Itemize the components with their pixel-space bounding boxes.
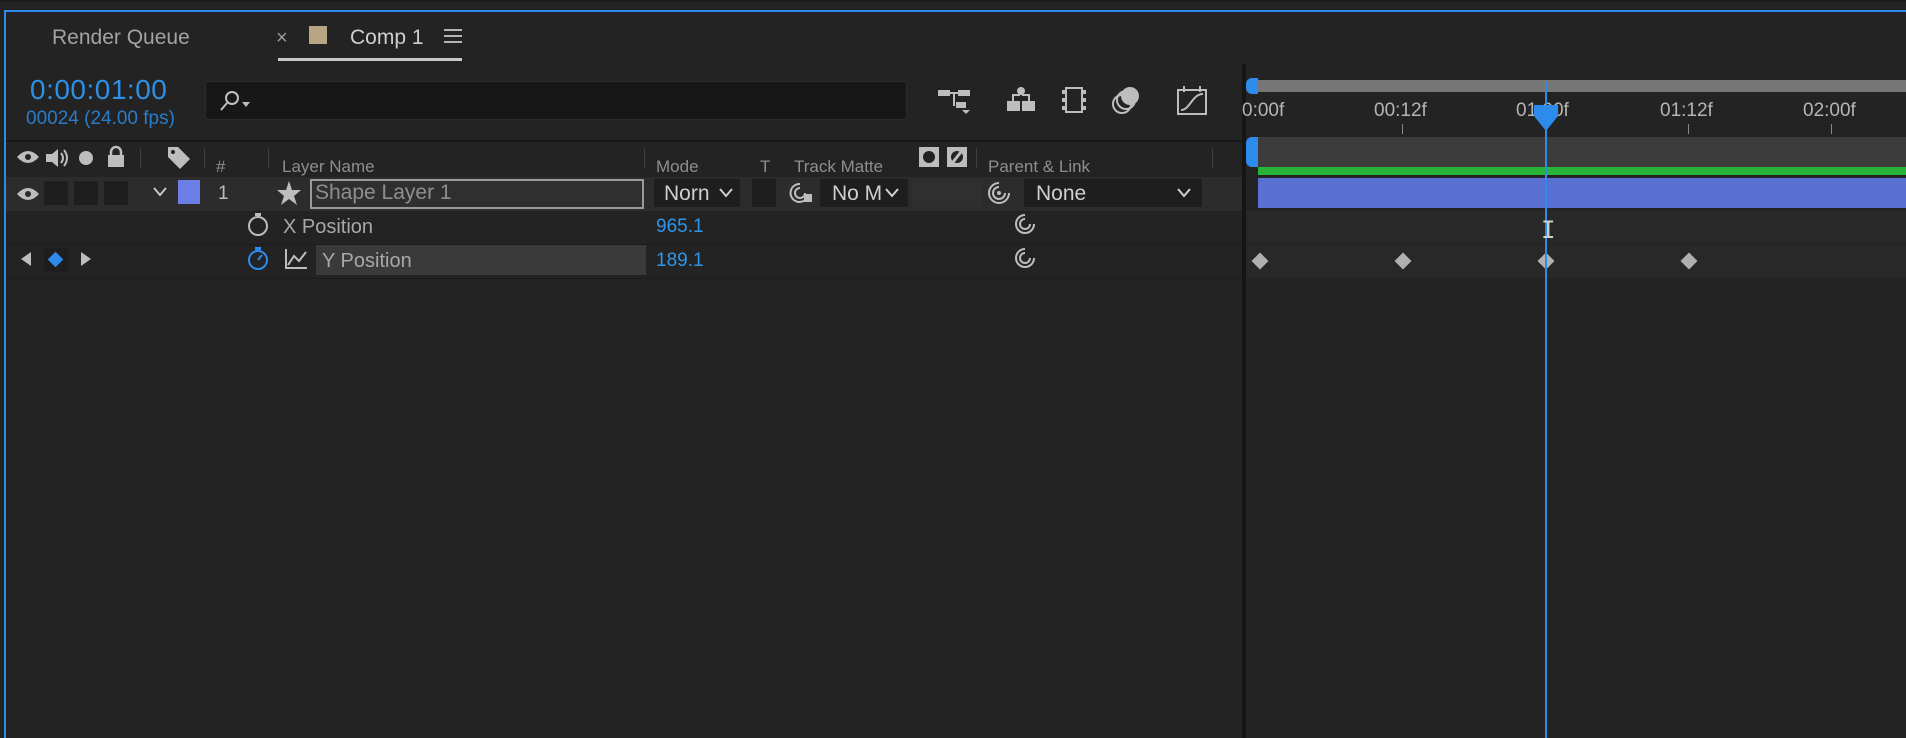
stopwatch-active-icon[interactable] — [246, 246, 270, 272]
property-pickwhip-icon[interactable] — [1012, 212, 1038, 236]
frame-count-display: 00024 (24.00 fps) — [26, 108, 175, 129]
next-keyframe-icon[interactable] — [80, 251, 92, 267]
graph-include-icon[interactable] — [284, 248, 308, 270]
video-visibility-icon[interactable] — [16, 149, 40, 165]
graph-editor-icon[interactable] — [1176, 84, 1208, 116]
column-track-matte[interactable]: Track Matte — [794, 157, 883, 177]
hamburger-menu-icon[interactable] — [444, 28, 462, 44]
track-matte-value: No M — [832, 182, 883, 205]
column-separator — [204, 148, 205, 168]
add-keyframe-button[interactable] — [44, 248, 68, 272]
solo-toggle[interactable] — [74, 181, 98, 205]
matte-alpha-icon — [919, 147, 939, 167]
matte-invert-icon — [947, 147, 967, 167]
time-navigator-start-handle[interactable] — [1246, 78, 1258, 94]
timeline-row-y-position[interactable] — [1246, 245, 1906, 278]
column-preserve-transparency: T — [760, 157, 771, 176]
ruler-label: 0:00f — [1242, 100, 1285, 121]
previous-keyframe-icon[interactable] — [20, 251, 32, 267]
column-number: # — [216, 157, 226, 176]
draft-3d-icon[interactable] — [1005, 85, 1037, 115]
search-icon — [220, 91, 250, 111]
y-position-value[interactable]: 189.1 — [656, 250, 704, 272]
column-mode[interactable]: Mode — [656, 157, 699, 177]
parent-pickwhip-icon[interactable] — [986, 180, 1012, 206]
cached-frames-bar — [1258, 167, 1906, 175]
track-matte-pickwhip-icon[interactable] — [786, 180, 814, 206]
playhead-marker-icon[interactable] — [1533, 104, 1559, 132]
column-separator — [140, 148, 141, 168]
tab-render-queue[interactable]: Render Queue — [52, 26, 190, 50]
layer-visibility-eye-icon[interactable] — [16, 186, 40, 202]
row-divider — [6, 278, 1242, 279]
column-parent-link[interactable]: Parent & Link — [988, 157, 1090, 177]
column-layer-name[interactable]: Layer Name — [282, 157, 375, 177]
chevron-down-icon — [719, 188, 733, 198]
panel-tab-bar — [6, 12, 1906, 64]
property-y-position[interactable]: Y Position — [322, 250, 412, 273]
ruler-tick — [1402, 124, 1403, 134]
chevron-down-icon — [1177, 188, 1191, 198]
tab-comp-1[interactable]: Comp 1 — [350, 26, 424, 50]
audio-toggle[interactable] — [44, 181, 68, 205]
lock-toggle[interactable] — [104, 181, 128, 205]
ruler-tick — [1688, 124, 1689, 134]
current-time-display[interactable]: 0:00:01:00 — [30, 74, 167, 106]
active-tab-indicator — [278, 58, 462, 61]
solo-icon[interactable] — [78, 150, 94, 166]
property-x-position[interactable]: X Position — [283, 216, 373, 239]
column-separator — [268, 148, 269, 168]
ruler-label: 01:12f — [1660, 100, 1713, 121]
stopwatch-icon[interactable] — [246, 212, 270, 238]
tab-close-icon[interactable]: × — [276, 27, 288, 50]
window-top-edge — [0, 0, 1906, 2]
layer-label-color[interactable]: document.currentScript.parentElement.sty… — [178, 180, 200, 204]
keyframe-diamond-icon — [47, 251, 64, 268]
layer-duration-bar[interactable] — [1258, 178, 1906, 208]
ruler-label: 02:00f — [1803, 100, 1856, 121]
audio-icon[interactable] — [44, 147, 70, 169]
timeline-row-x-position[interactable] — [1246, 211, 1906, 244]
column-separator — [1212, 148, 1213, 168]
blend-mode-value: Norn — [664, 182, 710, 205]
layer-number: 1 — [218, 183, 229, 204]
ruler-label: 00:12f — [1374, 100, 1427, 121]
shape-star-icon — [277, 181, 301, 205]
work-area-bar[interactable] — [1258, 137, 1906, 167]
text-cursor-icon: I — [1541, 216, 1556, 244]
panel-focus-border-left — [4, 10, 6, 738]
matte-switch-area — [912, 179, 982, 207]
frame-blending-icon[interactable] — [1060, 84, 1088, 116]
work-area-start-handle[interactable] — [1246, 137, 1258, 167]
time-navigator-bar[interactable] — [1258, 80, 1906, 92]
label-tag-icon[interactable] — [166, 145, 192, 169]
playhead-line[interactable] — [1545, 82, 1547, 738]
column-separator — [644, 148, 645, 168]
composition-flowchart-icon[interactable] — [936, 86, 974, 116]
lock-icon[interactable] — [106, 145, 126, 169]
comp-color-swatch — [309, 26, 327, 44]
preserve-transparency-toggle[interactable] — [752, 179, 776, 207]
column-separator — [976, 148, 977, 168]
x-position-value[interactable]: 965.1 — [656, 216, 704, 238]
ruler-tick — [1831, 124, 1832, 134]
parent-value: None — [1036, 182, 1087, 205]
layer-name[interactable]: Shape Layer 1 — [315, 181, 452, 205]
expand-chevron-down-icon[interactable] — [152, 186, 168, 198]
chevron-down-icon — [885, 188, 899, 198]
motion-blur-icon[interactable] — [1110, 84, 1142, 116]
property-pickwhip-icon[interactable] — [1012, 246, 1038, 270]
search-input[interactable] — [205, 81, 907, 120]
